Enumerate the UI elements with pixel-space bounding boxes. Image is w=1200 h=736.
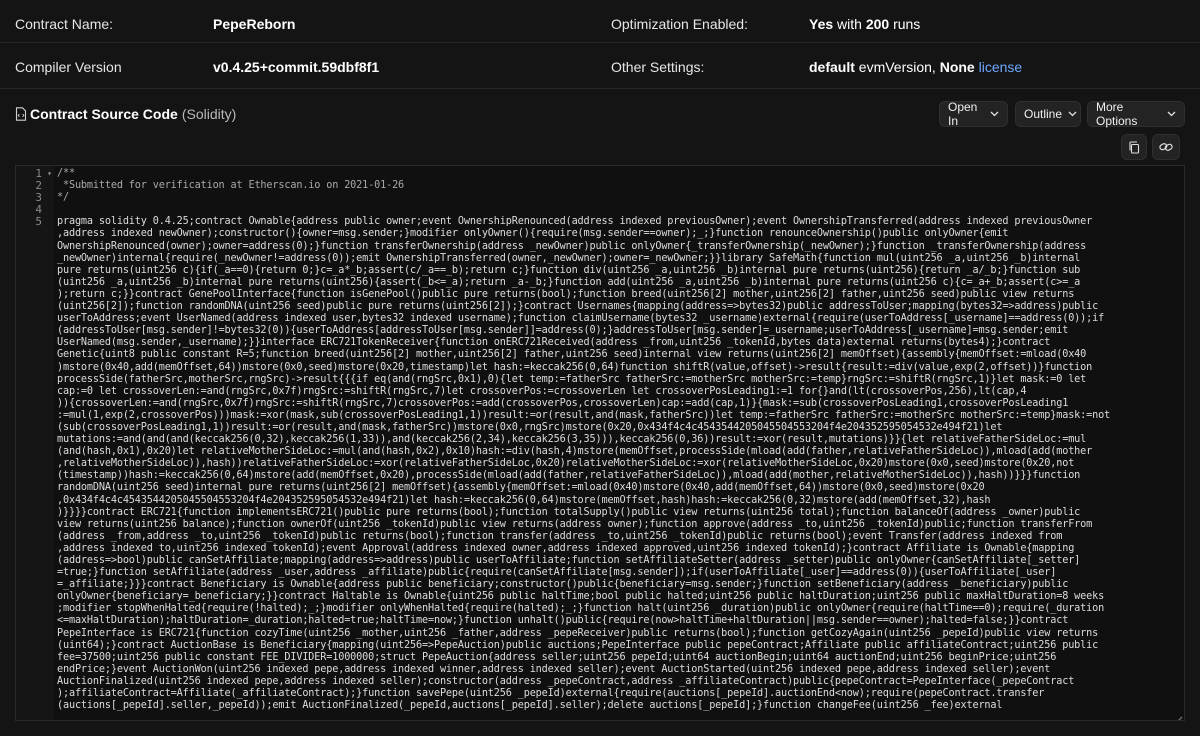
open-in-button[interactable]: Open In	[939, 100, 1008, 128]
line-number: 5	[35, 215, 42, 229]
optimization-yes: Yes	[809, 16, 834, 32]
code-line: endPrice;}event AuctionWon(uint256 index…	[57, 663, 1051, 675]
code-line: ,address indexed newOwner);constructor()…	[57, 228, 1009, 240]
code-line: AuctionFinalized(uint256 indexed pepe,ad…	[57, 675, 1075, 687]
code-line: processSide(fatherSrc,motherSrc,rngSrc)-…	[57, 373, 1087, 385]
optimization-runs: 200	[865, 16, 890, 32]
copy-icon	[1128, 140, 1140, 154]
code-line: view returns(uint256 balance);function o…	[57, 518, 1093, 530]
code-line: ;modifier stopWhenHalted{require(!halted…	[57, 603, 1105, 615]
more-options-label: More Options	[1096, 100, 1138, 128]
code-line: =true;}function setAffiliate(address _us…	[57, 567, 1057, 579]
resize-grip-icon[interactable]	[1175, 711, 1183, 720]
permalink-button[interactable]	[1152, 134, 1180, 160]
code-line: =_affiliate;}}}contract Beneficiary is O…	[57, 579, 1069, 591]
chevron-down-icon	[990, 111, 999, 117]
code-line: (sub(crossoverPosLeading1,1))result:=or(…	[57, 421, 1003, 433]
optimization-with: with	[833, 16, 866, 32]
code-line: (address _from,address _to,uint256 _toke…	[57, 530, 1063, 542]
code-line: */	[57, 192, 69, 204]
chevron-down-icon	[1167, 111, 1176, 117]
code-line: fee=37500;uint256 public constant FEE_DI…	[57, 651, 1057, 663]
other-evm: evmVersion,	[854, 59, 940, 75]
code-line: ,relativeMotherSideLoc)),hash))relativeF…	[57, 458, 1075, 470]
code-line: /**	[57, 168, 75, 179]
copy-button[interactable]	[1121, 134, 1147, 160]
source-language: (Solidity)	[181, 106, 237, 122]
other-default: default	[809, 59, 855, 75]
compiler-label: Compiler Version	[15, 59, 122, 75]
contract-name-value: PepeReborn	[213, 16, 296, 32]
code-line: )}}}}contract ERC721{function implements…	[57, 506, 1081, 518]
optimization-label: Optimization Enabled:	[611, 16, 748, 32]
other-settings-label: Other Settings:	[611, 59, 705, 75]
code-line: (addressToUser[msg.sender]!=bytes32(0)){…	[57, 325, 1069, 337]
other-none: None	[939, 59, 975, 75]
source-code-text[interactable]: /** *Submitted for verification at Ether…	[57, 168, 1178, 712]
code-line: _newOwner)internal{require(_newOwner!=ad…	[57, 252, 1081, 264]
compiler-row: Compiler Version v0.4.25+commit.59dbf8f1…	[0, 43, 1200, 91]
compiler-value: v0.4.25+commit.59dbf8f1	[213, 59, 380, 75]
chevron-down-icon	[1068, 111, 1077, 117]
code-line: OwnershipRenounced(owner);owner=address(…	[57, 240, 1087, 252]
code-line: PepeInterface is ERC721{function cozyTim…	[57, 627, 1099, 639]
contract-name-row: Contract Name: PepeReborn Optimization E…	[0, 0, 1200, 48]
more-options-button[interactable]: More Options	[1087, 100, 1185, 128]
fold-chevron-icon[interactable]: ▾	[47, 168, 52, 180]
code-line: :=mul(1,exp(2,crossoverPos)))mask:=xor(m…	[57, 409, 1111, 421]
code-line: pragma solidity 0.4.25;contract Ownable{…	[57, 216, 1093, 228]
code-line: );affiliateContract=Affiliate(_affiliate…	[57, 688, 1045, 700]
link-icon	[1159, 141, 1173, 153]
code-line: (and(hash,0x1),0x20)let relativeMotherSi…	[57, 446, 1093, 458]
code-line: (uint256[2]);function randomDNA(uint256 …	[57, 301, 1099, 313]
code-line: UserNamed(msg.sender,_username);}}interf…	[57, 337, 1051, 349]
source-header: Contract Source Code (Solidity)	[15, 101, 1185, 127]
code-line: )){crossoverLen:=and(rngSrc,0x7f)rngSrc:…	[57, 397, 1069, 409]
source-title: Contract Source Code (Solidity)	[15, 106, 236, 122]
code-line: ,address indexed to,uint256 indexed toke…	[57, 542, 1075, 554]
divider	[0, 88, 1200, 89]
source-code-editor[interactable]: 1 ▾ 2 3 4 5 /** *Submitted for verification a…	[15, 165, 1185, 721]
code-line: randomDNA(uint256 seed)internal pure ret…	[57, 482, 985, 494]
code-line: Genetic{uint8 public constant R=5;functi…	[57, 349, 1087, 361]
open-in-label: Open In	[948, 100, 978, 128]
code-line: (address=>bool)public canSetAffiliate;ma…	[57, 555, 1081, 566]
code-line: *Submitted for verification at Etherscan…	[57, 180, 405, 192]
code-line: ,0x434f4c4c4543544205045504553204f4e2043…	[57, 494, 991, 506]
outline-button[interactable]: Outline	[1015, 101, 1081, 127]
code-line: )mstore(0x40,add(memOffset,64))mstore(0x…	[57, 361, 1093, 373]
code-line: (timestamp))hash:=keccak256(0,64)mstore(…	[57, 470, 1081, 482]
line-number-gutter: 1 ▾ 2 3 4 5	[16, 166, 54, 720]
license-link[interactable]: license	[975, 59, 1023, 75]
code-line: mutations:=and(and(and(keccak256(0,32),k…	[57, 434, 1087, 446]
optimization-runs-suffix: runs	[889, 16, 921, 32]
code-line: <=maxHaltDuration);haltDuration=_duratio…	[57, 615, 1069, 627]
code-line: onlyOwner{beneficiary=_beneficiary;}}con…	[57, 591, 1105, 603]
contract-name-label: Contract Name:	[15, 16, 114, 32]
code-line: (uint256 _a,uint256 _b)internal pure ret…	[57, 276, 1081, 288]
code-line: (uint64);}contract AuctionBase is Benefi…	[57, 639, 1099, 651]
code-line: userToAddress;event UserNamed(address in…	[57, 313, 1105, 325]
code-line: );return c;}}contract GenePoolInterface{…	[57, 288, 1075, 300]
optimization-value: Yes with 200 runs	[809, 16, 920, 32]
file-code-icon	[15, 107, 27, 121]
source-title-text: Contract Source Code	[30, 106, 178, 122]
code-line: pure returns(uint256 c){if(_a==0){return…	[57, 264, 1081, 276]
code-line: (auctions[_pepeId].seller,_pepeId));emit…	[57, 700, 1003, 712]
code-line: cap:=0 let crossoverLen:=and(rngSrc,0x7f…	[57, 385, 1027, 397]
other-settings-value: default evmVersion, None license	[809, 59, 1022, 75]
outline-label: Outline	[1024, 107, 1063, 121]
